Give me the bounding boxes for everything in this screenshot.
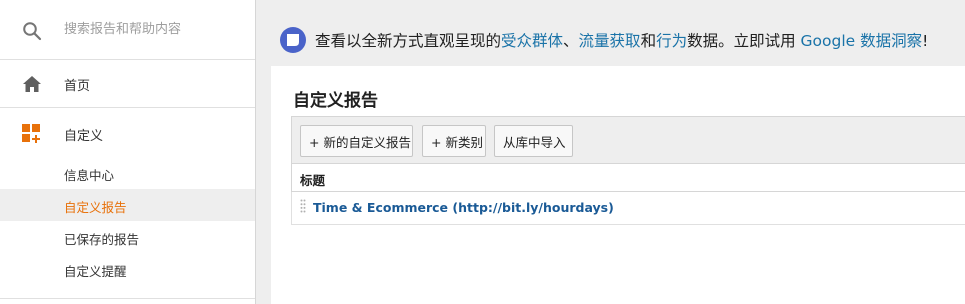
sidebar-subitem-label: 自定义提醒	[64, 264, 127, 279]
banner-message: 查看以全新方式直观呈现的受众群体、流量获取和行为数据。立即试用 Google 数…	[315, 29, 928, 51]
acquisition-link[interactable]: 流量获取	[579, 32, 641, 50]
sidebar-item-customization[interactable]: 自定义	[0, 109, 255, 157]
table-row: Time & Ecommerce (http://bit.ly/hourdays…	[291, 192, 965, 225]
banner-text-segment: 查看以全新方式直观呈现的	[315, 32, 502, 50]
sidebar-subitem-label: 自定义报告	[64, 200, 127, 215]
title-column-header: 标题	[300, 173, 326, 188]
sidebar-divider	[0, 298, 255, 299]
home-icon	[23, 76, 41, 92]
search-input[interactable]	[64, 19, 244, 39]
behavior-link[interactable]: 行为	[656, 32, 687, 50]
sidebar-item-home[interactable]: 首页	[0, 60, 255, 108]
sidebar-item-home-label: 首页	[64, 79, 91, 94]
main-content: 自定义报告 + 新的自定义报告 + 新类别 从库中导入 标题 Time & Ec…	[271, 66, 965, 304]
banner-text-segment: 数据。立即试用	[687, 32, 801, 50]
banner-text-segment: 、	[563, 32, 579, 50]
sidebar-item-custom-reports[interactable]: 自定义报告	[0, 189, 255, 221]
new-category-button[interactable]: + 新类别	[422, 125, 486, 157]
sidebar-subitem-label: 已保存的报告	[64, 232, 140, 247]
drag-handle-icon[interactable]	[300, 199, 306, 213]
customization-grid-icon	[22, 124, 40, 143]
sidebar-item-saved-reports[interactable]: 已保存的报告	[0, 221, 255, 253]
promo-banner: 查看以全新方式直观呈现的受众群体、流量获取和行为数据。立即试用 Google 数…	[257, 0, 965, 66]
insights-icon	[280, 27, 306, 53]
new-custom-report-button[interactable]: + 新的自定义报告	[300, 125, 413, 157]
search-icon[interactable]	[22, 21, 42, 41]
data-studio-link[interactable]: Google 数据洞察	[801, 32, 923, 50]
audience-link[interactable]: 受众群体	[501, 32, 563, 50]
banner-text-segment: !	[922, 32, 929, 50]
table-header: 标题	[291, 164, 965, 192]
banner-text-segment: 和	[640, 32, 657, 50]
sidebar-item-dashboards[interactable]: 信息中心	[0, 157, 255, 189]
report-title-link[interactable]: Time & Ecommerce (http://bit.ly/hourdays…	[313, 200, 614, 215]
import-from-gallery-button[interactable]: 从库中导入	[494, 125, 573, 157]
sidebar-item-customization-label: 自定义	[64, 129, 104, 144]
search-row	[0, 0, 255, 60]
toolbar: + 新的自定义报告 + 新类别 从库中导入	[291, 116, 965, 164]
page-title: 自定义报告	[293, 91, 378, 111]
sidebar-item-custom-alerts[interactable]: 自定义提醒	[0, 253, 255, 285]
reports-table: 标题 Time & Ecommerce (http://bit.ly/hourd…	[291, 164, 965, 225]
sidebar: 首页 自定义 信息中心 自定义报告 已保存的报告 自定义提醒	[0, 0, 256, 304]
sidebar-subitem-label: 信息中心	[64, 168, 115, 183]
